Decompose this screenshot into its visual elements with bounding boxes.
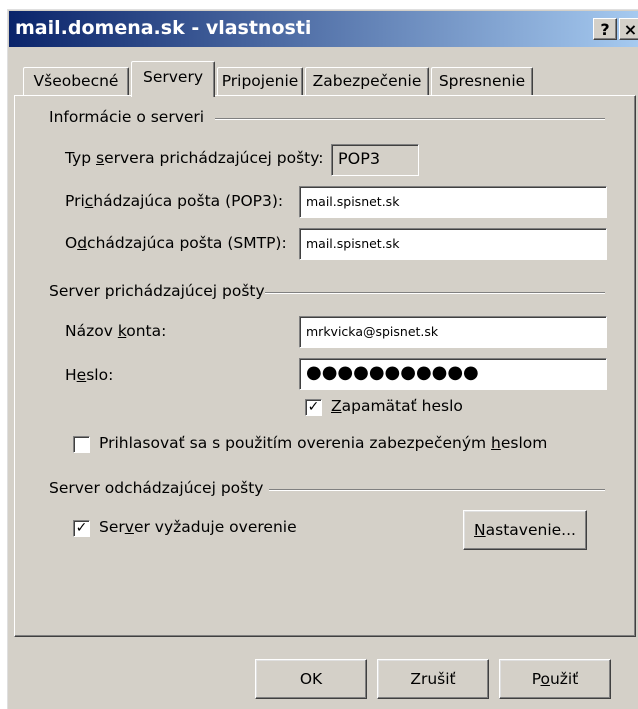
spa-checkbox[interactable] bbox=[73, 436, 90, 453]
remember-password-checkbox[interactable]: ✓ bbox=[305, 399, 322, 416]
outgoing-server-input[interactable]: mail.spisnet.sk bbox=[299, 228, 607, 260]
incoming-type-value: POP3 bbox=[331, 144, 419, 176]
server-requires-auth-checkbox[interactable]: ✓ bbox=[73, 520, 90, 537]
group-divider bbox=[265, 292, 605, 294]
tab-servers[interactable]: Servery bbox=[131, 61, 215, 97]
servers-panel: Informácie o serveri Typ servera prichád… bbox=[14, 95, 636, 637]
spa-label[interactable]: Prihlasovať sa s použitím overenia zabez… bbox=[99, 434, 547, 452]
account-name-label: Názov konta: bbox=[65, 322, 167, 340]
window-title: mail.domena.sk - vlastnosti bbox=[15, 17, 312, 39]
tab-advanced[interactable]: Spresnenie bbox=[431, 67, 533, 95]
incoming-server-label: Prichádzajúca pošta (POP3): bbox=[65, 192, 284, 210]
title-bar[interactable]: mail.domena.sk - vlastnosti ? × bbox=[9, 11, 638, 47]
outgoing-server-label: Odchádzajúca pošta (SMTP): bbox=[65, 234, 287, 252]
group-divider bbox=[215, 118, 605, 120]
ok-button[interactable]: OK bbox=[255, 659, 367, 699]
group-title-incoming-server: Server prichádzajúcej pošty bbox=[49, 282, 265, 300]
tab-strip: Všeobecné Servery Pripojenie Zabezpečeni… bbox=[7, 61, 638, 97]
remember-password-label[interactable]: Zapamätať heslo bbox=[331, 397, 463, 415]
password-label: Heslo: bbox=[65, 366, 114, 384]
group-divider bbox=[269, 489, 605, 491]
account-name-input[interactable]: mrkvicka@spisnet.sk bbox=[299, 316, 607, 348]
cancel-button[interactable]: Zrušiť bbox=[377, 659, 489, 699]
help-button[interactable]: ? bbox=[593, 18, 617, 40]
incoming-server-input[interactable]: mail.spisnet.sk bbox=[299, 186, 607, 218]
tab-connection[interactable]: Pripojenie bbox=[217, 67, 303, 95]
settings-button[interactable]: Nastavenie... bbox=[463, 510, 587, 550]
apply-button[interactable]: Použiť bbox=[499, 659, 611, 699]
group-title-outgoing-server: Server odchádzajúcej pošty bbox=[49, 479, 264, 497]
tab-general[interactable]: Všeobecné bbox=[23, 67, 129, 95]
server-requires-auth-label[interactable]: Server vyžaduje overenie bbox=[99, 518, 297, 536]
password-input[interactable]: ●●●●●●●●●●● bbox=[299, 358, 607, 390]
properties-dialog: mail.domena.sk - vlastnosti ? × Všeobecn… bbox=[6, 8, 638, 709]
tab-security[interactable]: Zabezpečenie bbox=[305, 67, 429, 95]
group-title-server-info: Informácie o serveri bbox=[49, 108, 205, 126]
close-button[interactable]: × bbox=[619, 18, 638, 40]
incoming-type-label: Typ servera prichádzajúcej pošty: bbox=[65, 149, 324, 167]
